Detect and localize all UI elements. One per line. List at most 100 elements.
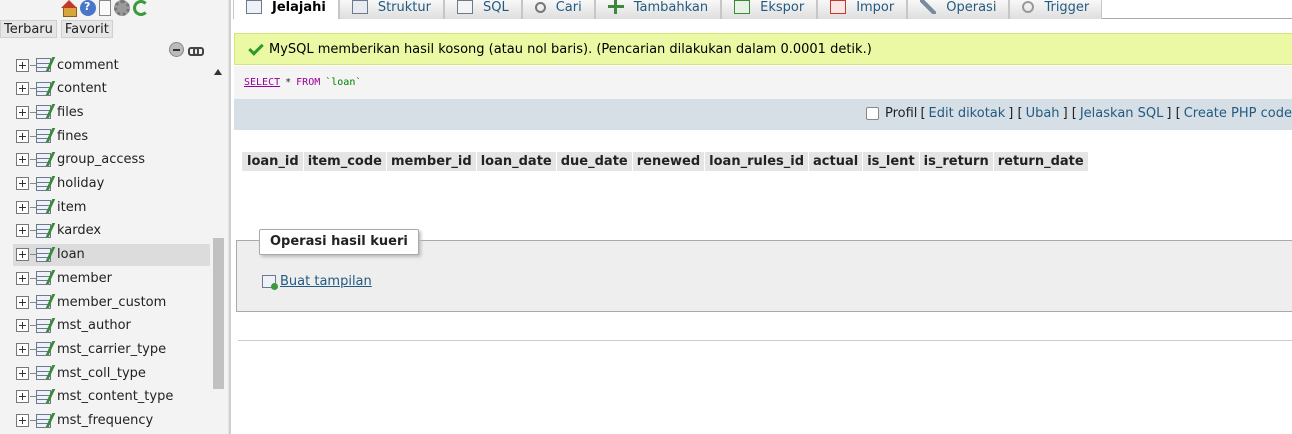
expand-icon[interactable] <box>16 366 29 380</box>
tree-item-files[interactable]: files <box>13 101 210 123</box>
tree-item-mst-carrier-type[interactable]: mst_carrier_type <box>13 338 210 360</box>
help-icon[interactable] <box>80 0 96 16</box>
expand-icon[interactable] <box>16 177 29 190</box>
tree-item-mst-author[interactable]: mst_author <box>13 315 210 337</box>
tab-browse[interactable]: Jelajahi <box>233 0 339 19</box>
column-header-loan-id[interactable]: loan_id <box>242 152 303 172</box>
tree-item-holiday[interactable]: holiday <box>13 173 210 195</box>
table-icon[interactable] <box>36 318 51 333</box>
expand-icon[interactable] <box>16 200 29 214</box>
expand-icon[interactable] <box>16 224 29 238</box>
table-icon[interactable] <box>36 129 51 144</box>
tree-item-label[interactable]: comment <box>57 58 119 73</box>
table-icon[interactable] <box>36 81 51 96</box>
expand-icon[interactable] <box>16 82 29 96</box>
table-icon[interactable] <box>36 152 51 167</box>
explain-sql-link[interactable]: Jelaskan SQL <box>1080 106 1164 121</box>
table-icon[interactable] <box>36 223 51 238</box>
tree-item-label[interactable]: mst_frequency <box>57 413 153 428</box>
tree-item-mst-coll-type[interactable]: mst_coll_type <box>13 362 210 384</box>
tree-item-member-custom[interactable]: member_custom <box>13 291 210 313</box>
tab-structure[interactable]: Struktur <box>338 0 444 19</box>
create-view-link[interactable]: Buat tampilan <box>262 274 372 290</box>
table-icon[interactable] <box>36 366 51 381</box>
table-icon[interactable] <box>36 271 51 286</box>
table-icon[interactable] <box>36 389 51 404</box>
tab-insert[interactable]: Tambahkan <box>594 0 722 19</box>
tree-item-label[interactable]: mst_author <box>57 318 131 333</box>
column-header-due-date[interactable]: due_date <box>556 152 632 172</box>
tree-item-member[interactable]: member <box>13 267 210 289</box>
tab-ops[interactable]: Operasi <box>907 0 1010 19</box>
scroll-up-arrow-icon[interactable] <box>212 68 224 78</box>
tree-item-label[interactable]: mst_coll_type <box>57 366 146 381</box>
tree-item-label[interactable]: fines <box>57 129 88 144</box>
home-icon[interactable] <box>61 0 77 17</box>
tree-item-label[interactable]: files <box>57 105 84 120</box>
tree-item-mst-content-type[interactable]: mst_content_type <box>13 386 210 408</box>
sql-select-keyword[interactable]: SELECT <box>244 77 280 88</box>
reload-icon[interactable] <box>133 0 149 16</box>
nav-scrollbar-thumb[interactable] <box>213 238 224 389</box>
expand-icon[interactable] <box>16 342 29 356</box>
profil-checkbox[interactable] <box>866 107 879 120</box>
tree-item-label[interactable]: item <box>57 200 86 215</box>
create-php-code-link[interactable]: Create PHP code <box>1184 106 1292 121</box>
table-icon[interactable] <box>36 200 51 215</box>
column-header-member-id[interactable]: member_id <box>386 152 476 172</box>
table-icon[interactable] <box>36 295 51 309</box>
tree-item-item[interactable]: item <box>13 196 210 218</box>
expand-icon[interactable] <box>16 295 29 309</box>
expand-icon[interactable] <box>16 153 29 167</box>
expand-icon[interactable] <box>16 129 29 143</box>
expand-icon[interactable] <box>16 319 29 333</box>
tab-import[interactable]: Impor <box>817 0 908 19</box>
column-header-return-date[interactable]: return_date <box>993 152 1088 172</box>
tree-item-mst-frequency[interactable]: mst_frequency <box>13 410 210 432</box>
tree-item-fines[interactable]: fines <box>13 125 210 147</box>
tab-search[interactable]: Cari <box>521 0 595 19</box>
tree-item-label[interactable]: group_access <box>57 152 145 167</box>
table-icon[interactable] <box>36 176 51 191</box>
column-header-loan-date[interactable]: loan_date <box>476 152 556 172</box>
tab-trigger[interactable]: Trigger <box>1009 0 1103 19</box>
tree-item-label[interactable]: holiday <box>57 176 104 191</box>
edit-inline-link[interactable]: Edit dikotak <box>929 106 1006 121</box>
table-icon[interactable] <box>36 58 51 72</box>
docs-icon[interactable] <box>99 0 111 16</box>
table-icon[interactable] <box>36 342 51 357</box>
column-header-renewed[interactable]: renewed <box>632 152 705 172</box>
tree-item-kardex[interactable]: kardex <box>13 220 210 242</box>
tree-item-label[interactable]: mst_carrier_type <box>57 342 166 357</box>
tab-export[interactable]: Ekspor <box>721 0 818 19</box>
column-header-actual[interactable]: actual <box>809 152 863 172</box>
column-header-item-code[interactable]: item_code <box>303 152 386 172</box>
tree-item-label[interactable]: member <box>57 271 112 286</box>
table-icon[interactable] <box>36 413 51 428</box>
tree-item-label[interactable]: member_custom <box>57 295 166 310</box>
column-header-is-return[interactable]: is_return <box>919 152 993 172</box>
expand-icon[interactable] <box>16 58 29 72</box>
expand-icon[interactable] <box>16 390 29 404</box>
column-header-is-lent[interactable]: is_lent <box>863 152 919 172</box>
tree-item-group-access[interactable]: group_access <box>13 149 210 171</box>
tree-item-label[interactable]: loan <box>57 247 85 262</box>
table-icon[interactable] <box>36 247 51 262</box>
table-icon[interactable] <box>36 105 51 120</box>
column-header-loan-rules-id[interactable]: loan_rules_id <box>705 152 809 172</box>
expand-icon[interactable] <box>16 248 29 262</box>
nav-tab-recent[interactable]: Terbaru <box>0 20 57 38</box>
tree-item-comment[interactable]: comment <box>13 54 210 76</box>
tree-item-label[interactable]: kardex <box>57 223 101 238</box>
expand-icon[interactable] <box>16 105 29 119</box>
nav-tab-favorites[interactable]: Favorit <box>60 20 113 38</box>
tree-item-label[interactable]: mst_content_type <box>57 389 173 404</box>
expand-icon[interactable] <box>16 271 29 285</box>
tree-item-content[interactable]: content <box>13 78 210 100</box>
edit-link[interactable]: Ubah <box>1026 106 1060 121</box>
tree-item-label[interactable]: content <box>57 81 107 96</box>
expand-icon[interactable] <box>16 414 29 427</box>
tab-sql[interactable]: SQL <box>443 0 522 19</box>
tree-item-loan[interactable]: loan <box>13 243 210 266</box>
settings-gear-icon[interactable] <box>114 0 130 16</box>
